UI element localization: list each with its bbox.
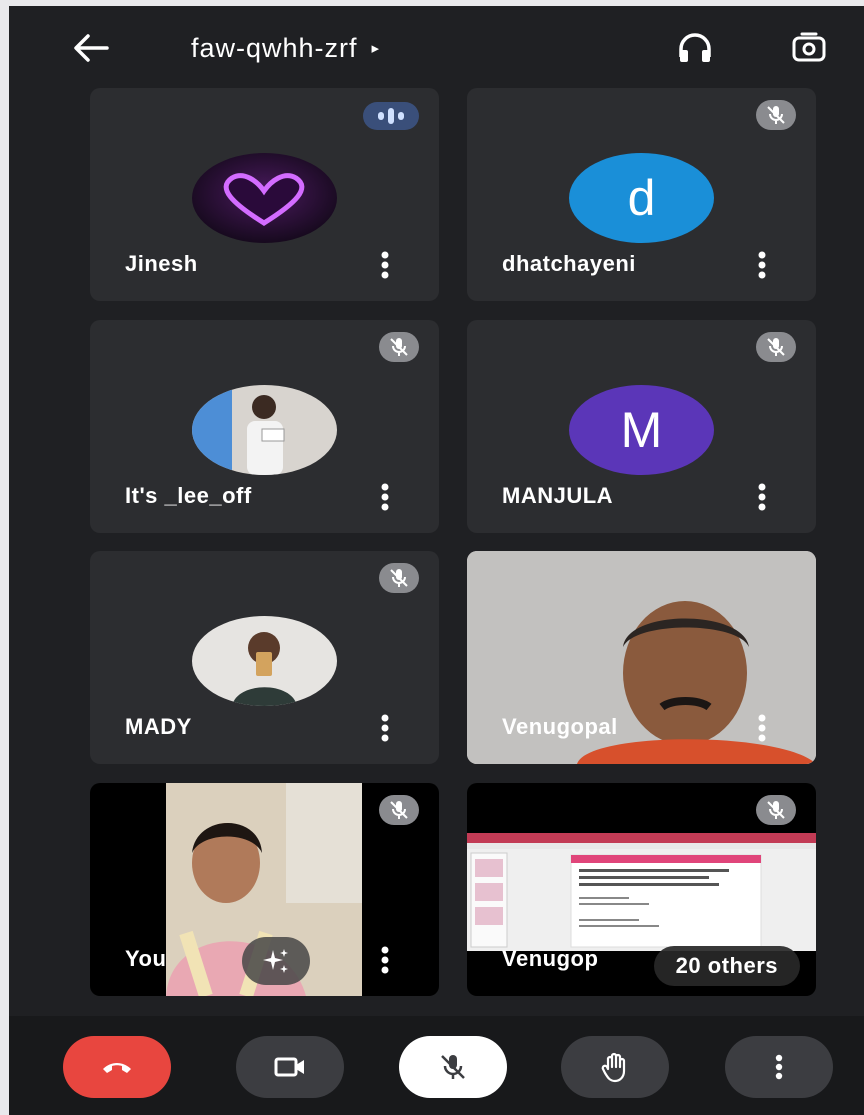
video-camera-icon — [274, 1057, 304, 1077]
camera-flip-icon — [792, 32, 826, 62]
participant-tile-dhatchayeni[interactable]: d dhatchayeni — [467, 88, 816, 301]
shared-screen-thumbnail — [467, 833, 816, 951]
participant-tile-venugopal[interactable]: Venugopal — [467, 551, 816, 764]
phone-hangup-icon — [103, 1063, 131, 1073]
participant-avatar — [192, 616, 337, 706]
speaking-indicator-icon — [363, 102, 419, 130]
more-vertical-icon — [381, 483, 389, 511]
more-vertical-icon — [758, 251, 766, 279]
call-controls — [9, 1016, 864, 1115]
arrow-left-icon — [74, 34, 109, 62]
participant-avatar — [192, 153, 337, 243]
mic-off-icon — [756, 332, 796, 362]
participant-options-button[interactable] — [375, 477, 395, 517]
participant-avatar: d — [569, 153, 714, 243]
switch-camera-button[interactable] — [787, 26, 831, 70]
participant-name: Venugopal — [502, 714, 618, 739]
mic-off-icon — [379, 795, 419, 825]
participant-name: Venugop — [502, 946, 599, 971]
participant-options-button[interactable] — [375, 245, 395, 285]
headphones-icon — [679, 33, 711, 62]
meeting-code[interactable]: faw-qwhh-zrf ▸ — [191, 26, 380, 70]
more-vertical-icon — [381, 714, 389, 742]
participant-tile-self[interactable]: You — [90, 783, 439, 996]
meeting-code-text: faw-qwhh-zrf — [191, 32, 358, 63]
audio-output-button[interactable] — [673, 26, 717, 70]
participant-tile-screen-share[interactable]: Venugop 20 others — [467, 783, 816, 996]
participant-tile-jinesh[interactable]: Jinesh — [90, 88, 439, 301]
participant-tile-mady[interactable]: MADY — [90, 551, 439, 764]
camera-toggle-button[interactable] — [236, 1036, 344, 1098]
mic-off-icon — [441, 1055, 465, 1079]
more-vertical-icon — [381, 946, 389, 974]
more-vertical-icon — [758, 483, 766, 511]
participant-options-button[interactable] — [752, 477, 772, 517]
more-vertical-icon — [381, 251, 389, 279]
participant-options-button[interactable] — [752, 245, 772, 285]
sparkle-icon — [263, 949, 288, 973]
more-vertical-icon — [758, 714, 766, 742]
raise-hand-button[interactable] — [561, 1036, 669, 1098]
raise-hand-icon — [601, 1052, 626, 1083]
mic-off-icon — [756, 100, 796, 130]
top-bar: faw-qwhh-zrf ▸ — [9, 6, 864, 86]
participant-avatar: M — [569, 385, 714, 475]
end-call-button[interactable] — [63, 1036, 171, 1098]
participant-name: dhatchayeni — [502, 251, 636, 276]
mic-off-icon — [379, 563, 419, 593]
back-button[interactable] — [69, 26, 113, 70]
participant-name: You — [125, 946, 167, 971]
participant-name: MANJULA — [502, 483, 614, 508]
visual-effects-button[interactable] — [242, 937, 310, 985]
participant-name: It's _lee_off — [125, 483, 252, 508]
microphone-toggle-button[interactable] — [399, 1036, 507, 1098]
more-options-button[interactable] — [725, 1036, 833, 1098]
mic-off-icon — [756, 795, 796, 825]
meet-screen: faw-qwhh-zrf ▸ Jinesh d dhatchayeni It's… — [9, 6, 864, 1115]
others-count-badge[interactable]: 20 others — [653, 946, 800, 986]
caret-right-icon: ▸ — [371, 40, 381, 57]
participant-options-button[interactable] — [375, 940, 395, 980]
participant-name: Jinesh — [125, 251, 198, 276]
participant-name: MADY — [125, 714, 192, 739]
participant-avatar — [192, 385, 337, 475]
participant-options-button[interactable] — [375, 708, 395, 748]
more-vertical-icon — [775, 1054, 783, 1080]
participant-tile-lee-off[interactable]: It's _lee_off — [90, 320, 439, 533]
mic-off-icon — [379, 332, 419, 362]
participant-options-button[interactable] — [752, 708, 772, 748]
participant-tile-manjula[interactable]: M MANJULA — [467, 320, 816, 533]
